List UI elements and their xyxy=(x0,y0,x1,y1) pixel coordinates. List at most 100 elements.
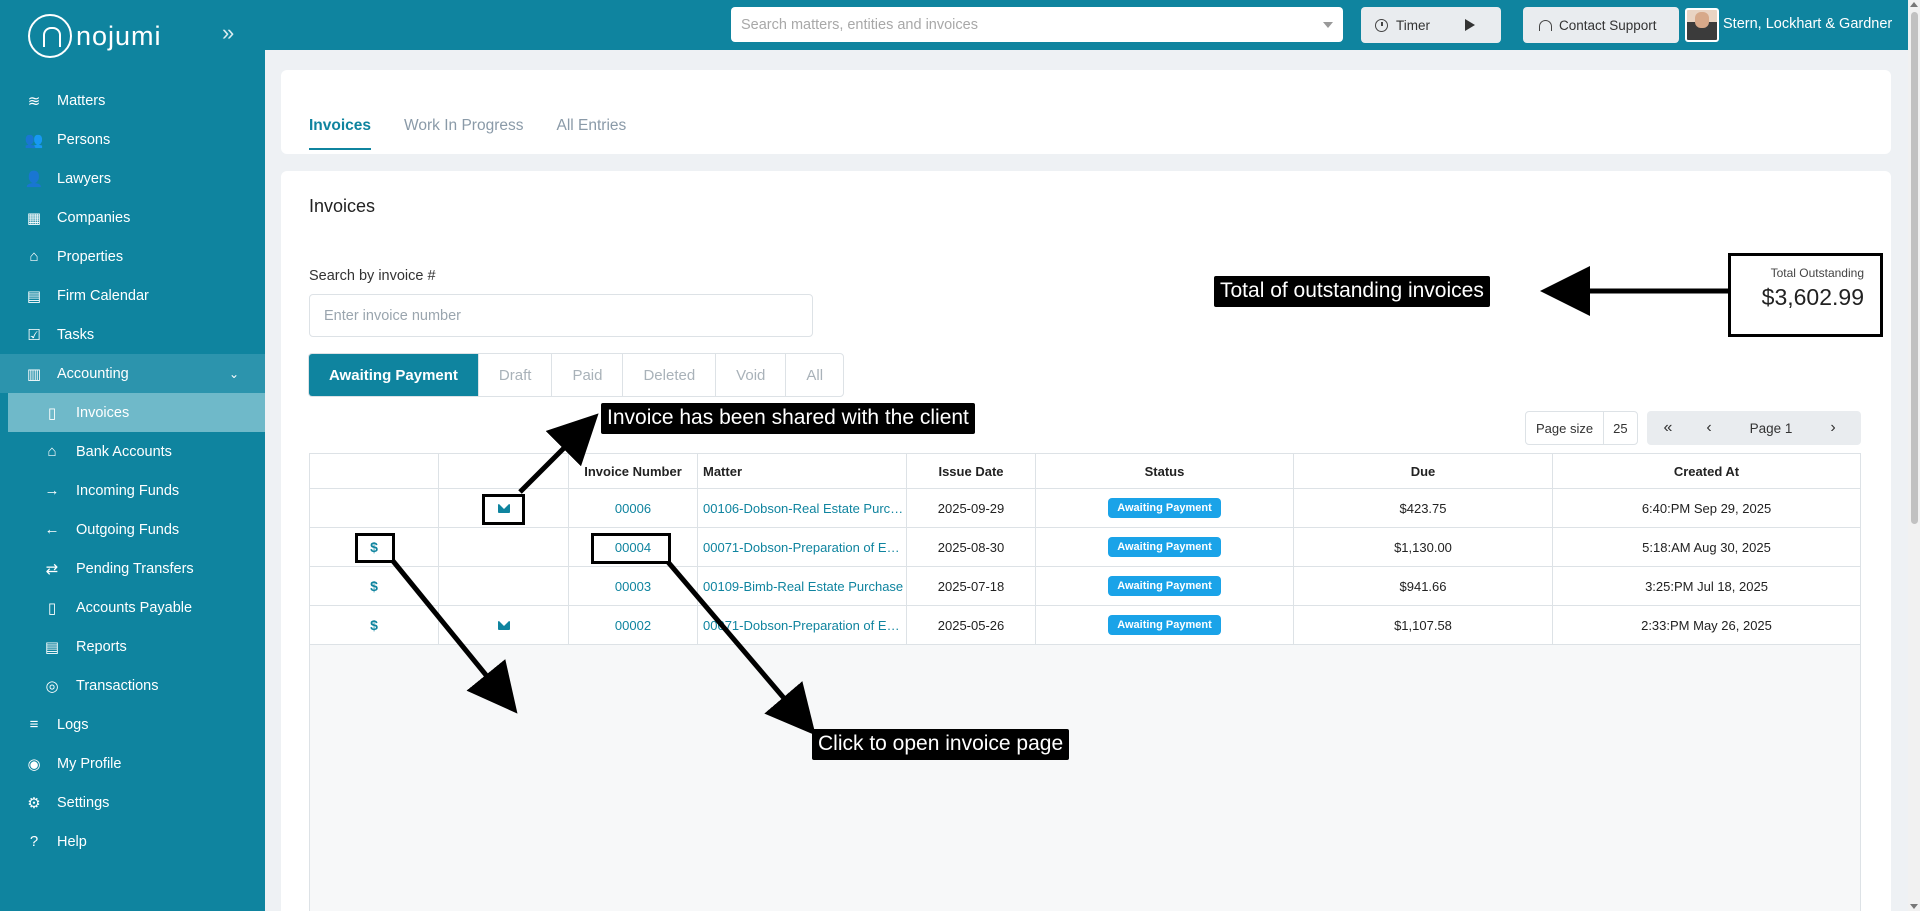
scroll-down-icon[interactable] xyxy=(1910,904,1918,909)
arrow-right-icon: → xyxy=(44,482,60,499)
next-page-icon[interactable]: › xyxy=(1813,419,1853,437)
table-row[interactable]: $00003 00109-Bimb-Real Estate Purchase 202… xyxy=(310,567,1860,606)
sidebar-item-matters[interactable]: ≋ Matters xyxy=(0,81,265,120)
matter-cell: 00071-Dobson-Preparation of Estate xyxy=(698,606,907,644)
sidebar-item-label: Incoming Funds xyxy=(76,482,180,499)
profile-icon: ◉ xyxy=(27,755,41,773)
home-icon: ⌂ xyxy=(29,248,39,265)
matter-link[interactable]: 00071-Dobson-Preparation of Estate xyxy=(703,618,906,633)
sidebar-item-label: Persons xyxy=(57,131,111,148)
tab-all-entries[interactable]: All Entries xyxy=(556,117,626,150)
nojumi-logo[interactable]: nojumi xyxy=(28,14,162,58)
matter-link[interactable]: 00071-Dobson-Preparation of Estate xyxy=(703,540,906,555)
sidebar-item-firm-calendar[interactable]: ▤ Firm Calendar xyxy=(0,276,265,315)
sidebar-item-persons[interactable]: 👥 Persons xyxy=(0,120,265,159)
tab-invoices[interactable]: Invoices xyxy=(309,117,372,150)
layers-icon: ≋ xyxy=(27,92,41,110)
invoice-number-link[interactable]: 00006 xyxy=(615,501,651,516)
sidebar-item-my-profile[interactable]: ◉ My Profile xyxy=(0,744,265,783)
pay-cell xyxy=(310,489,439,527)
sidebar-item-tasks[interactable]: ☑ Tasks xyxy=(0,315,265,354)
column-header-due[interactable]: Due xyxy=(1294,454,1553,488)
status-badge: Awaiting Payment xyxy=(1108,615,1221,635)
global-search-input[interactable]: Search matters, entities and invoices xyxy=(731,7,1343,42)
page-scrollbar[interactable] xyxy=(1908,0,1920,911)
sidebar: nojumi » ≋ Matters 👥 Persons 👤 Lawyers ▦ Compan… xyxy=(0,0,265,911)
avatar[interactable] xyxy=(1685,8,1719,42)
record-payment-icon[interactable]: $ xyxy=(370,617,378,633)
sidebar-item-transactions[interactable]: ◎ Transactions xyxy=(0,666,265,705)
sidebar-item-accounts-payable[interactable]: ▯ Accounts Payable xyxy=(0,588,265,627)
play-icon[interactable] xyxy=(1465,19,1475,31)
table-row[interactable]: 00006 00106-Dobson-Real Estate Purchase 20… xyxy=(310,489,1860,528)
sidebar-item-logs[interactable]: ≡ Logs xyxy=(0,705,265,744)
page-size-value[interactable]: 25 xyxy=(1604,421,1636,436)
sidebar-item-outgoing-funds[interactable]: ← Outgoing Funds xyxy=(0,510,265,549)
filter-awaiting-payment[interactable]: Awaiting Payment xyxy=(309,354,478,396)
top-bar: Search matters, entities and invoices Ti… xyxy=(265,0,1920,50)
collapse-sidebar-icon[interactable]: » xyxy=(222,20,234,46)
filter-deleted[interactable]: Deleted xyxy=(622,354,715,396)
column-header-matter[interactable]: Matter xyxy=(698,454,907,488)
tabs-card: Invoices Work In Progress All Entries xyxy=(281,70,1891,154)
status-cell: Awaiting Payment xyxy=(1036,528,1294,566)
sidebar-item-pending-transfers[interactable]: ⇄ Pending Transfers xyxy=(0,549,265,588)
status-cell: Awaiting Payment xyxy=(1036,606,1294,644)
chevron-down-icon[interactable]: ⌄ xyxy=(229,367,239,381)
column-header-invoice-number[interactable]: Invoice Number xyxy=(569,454,698,488)
filter-void[interactable]: Void xyxy=(715,354,785,396)
column-header-status[interactable]: Status xyxy=(1036,454,1294,488)
invoice-number-link[interactable]: 00003 xyxy=(615,579,651,594)
sidebar-item-accounting[interactable]: ▥ Accounting ⌄ xyxy=(0,354,265,393)
filter-draft[interactable]: Draft xyxy=(477,354,552,396)
sidebar-item-label: My Profile xyxy=(57,755,122,772)
sidebar-item-companies[interactable]: ▦ Companies xyxy=(0,198,265,237)
firm-name[interactable]: Stern, Lockhart & Gardner xyxy=(1723,16,1892,32)
column-header-issue-date[interactable]: Issue Date xyxy=(907,454,1036,488)
matter-link[interactable]: 00109-Bimb-Real Estate Purchase xyxy=(703,579,906,594)
chevron-down-icon[interactable] xyxy=(1323,22,1333,28)
tab-work-in-progress[interactable]: Work In Progress xyxy=(404,117,523,150)
sidebar-item-help[interactable]: ? Help xyxy=(0,822,265,861)
table-row[interactable]: $00002 00071-Dobson-Preparation of Estate… xyxy=(310,606,1860,645)
due-cell: $941.66 xyxy=(1294,567,1553,605)
page-size-select[interactable]: Page size 25 xyxy=(1525,411,1638,445)
matter-cell: 00071-Dobson-Preparation of Estate xyxy=(698,528,907,566)
table-body: 00006 00106-Dobson-Real Estate Purchase 20… xyxy=(310,489,1860,645)
sidebar-item-settings[interactable]: ⚙ Settings xyxy=(0,783,265,822)
status-cell: Awaiting Payment xyxy=(1036,567,1294,605)
created-at-cell: 6:40:PM Sep 29, 2025 xyxy=(1641,500,1772,516)
invoice-number-link[interactable]: 00002 xyxy=(615,618,651,633)
first-page-icon[interactable]: « xyxy=(1647,419,1689,437)
table-header: Invoice Number Matter Issue Date Status … xyxy=(310,454,1860,489)
invoice-number-input[interactable] xyxy=(309,294,813,337)
prev-page-icon[interactable]: ‹ xyxy=(1689,419,1729,437)
sidebar-item-lawyers[interactable]: 👤 Lawyers xyxy=(0,159,265,198)
invoices-card: Invoices Search by invoice # Awaiting Pa… xyxy=(281,171,1891,911)
clock-icon xyxy=(1375,18,1388,32)
sidebar-item-label: Companies xyxy=(57,209,131,226)
column-header-shared xyxy=(439,454,569,488)
timer-button[interactable]: Timer xyxy=(1361,7,1501,43)
timer-label: Timer xyxy=(1396,17,1430,33)
column-header-created-at[interactable]: Created At xyxy=(1553,454,1860,488)
sidebar-item-label: Pending Transfers xyxy=(76,560,194,577)
envelope-icon[interactable] xyxy=(497,620,510,630)
table-row[interactable]: $00004 00071-Dobson-Preparation of Estate… xyxy=(310,528,1860,567)
filter-paid[interactable]: Paid xyxy=(551,354,622,396)
sidebar-item-incoming-funds[interactable]: → Incoming Funds xyxy=(0,471,265,510)
sidebar-item-properties[interactable]: ⌂ Properties xyxy=(0,237,265,276)
record-payment-icon[interactable]: $ xyxy=(370,578,378,594)
matter-link[interactable]: 00106-Dobson-Real Estate Purchase xyxy=(703,501,906,516)
sidebar-item-label: Accounts Payable xyxy=(76,599,193,616)
contact-support-button[interactable]: Contact Support xyxy=(1523,7,1679,43)
filter-all[interactable]: All xyxy=(785,354,843,396)
highlight-pay-icon xyxy=(355,533,395,563)
sidebar-item-bank-accounts[interactable]: ⌂ Bank Accounts xyxy=(0,432,265,471)
sidebar-item-reports[interactable]: ▤ Reports xyxy=(0,627,265,666)
annotation-shared: Invoice has been shared with the client xyxy=(601,403,975,434)
sidebar-item-invoices[interactable]: ▯ Invoices xyxy=(0,393,265,432)
scrollbar-thumb[interactable] xyxy=(1911,12,1918,524)
scroll-up-icon[interactable] xyxy=(1910,2,1918,7)
transfer-icon: ⇄ xyxy=(45,560,59,578)
